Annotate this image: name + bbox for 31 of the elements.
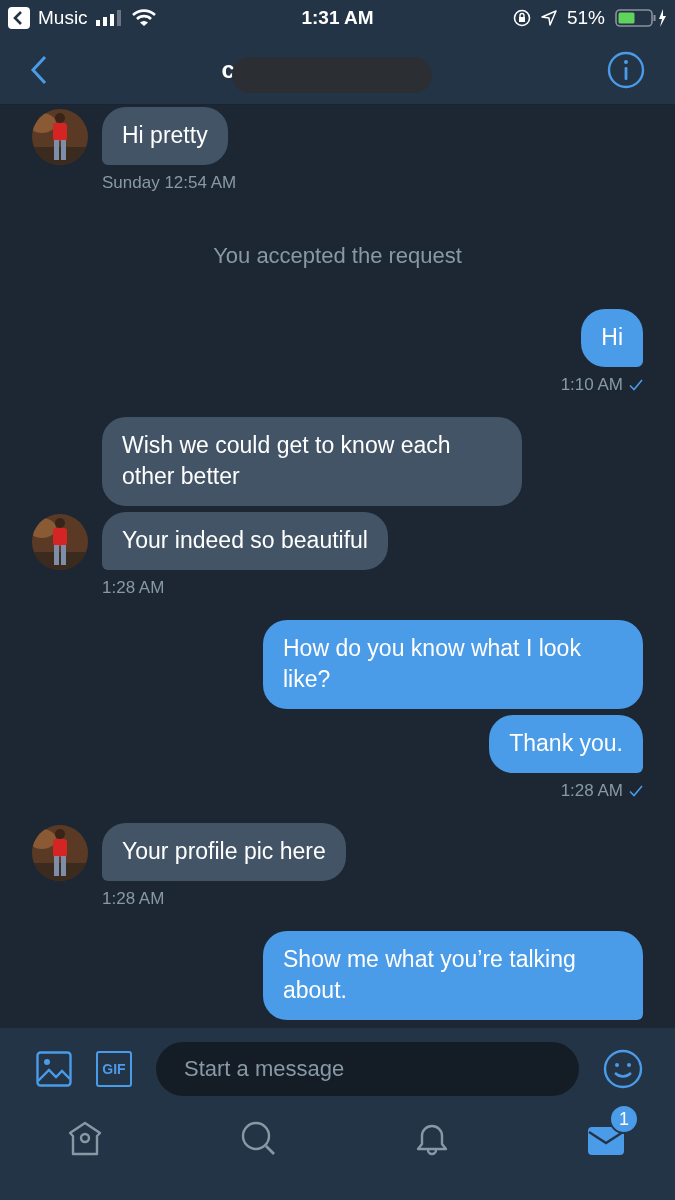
signal-icon (95, 10, 124, 26)
location-arrow-icon (540, 10, 557, 26)
back-icon[interactable] (30, 55, 48, 85)
received-message: Your indeed so beautiful (102, 512, 388, 570)
gif-button[interactable]: GIF (96, 1051, 132, 1087)
emoji-icon[interactable] (603, 1049, 643, 1089)
sent-message: Hi (581, 309, 643, 367)
home-tab[interactable] (66, 1120, 104, 1158)
info-icon[interactable] (607, 51, 645, 89)
back-app-label[interactable]: Music (38, 7, 88, 29)
message-input[interactable]: Start a message (156, 1042, 579, 1096)
contact-name: c (221, 56, 235, 84)
battery-icon (615, 8, 667, 28)
battery-percent: 51% (566, 7, 605, 29)
received-message: Hi pretty (102, 107, 228, 165)
system-notice: You accepted the request (213, 243, 462, 269)
wifi-icon (131, 9, 156, 27)
sent-message: Thank you. (489, 715, 643, 773)
sent-message: How do you know what I look like? (263, 620, 643, 709)
clock: 1:31 AM (301, 7, 374, 29)
message-time: 1:28 AM (102, 578, 165, 598)
message-time: 1:28 AM (560, 781, 623, 801)
received-message: Your profile pic here (102, 823, 346, 881)
message-time: 1:28 AM (102, 889, 165, 909)
back-app-icon[interactable] (8, 7, 30, 29)
rotation-lock-icon (512, 9, 531, 27)
image-icon[interactable] (36, 1051, 72, 1087)
received-message: Wish we could get to know each other better (102, 417, 522, 506)
message-time: 1:10 AM (560, 375, 623, 395)
message-time: Sunday 12:54 AM (102, 173, 237, 193)
sent-message: Show me what you’re talking about. (263, 931, 643, 1020)
